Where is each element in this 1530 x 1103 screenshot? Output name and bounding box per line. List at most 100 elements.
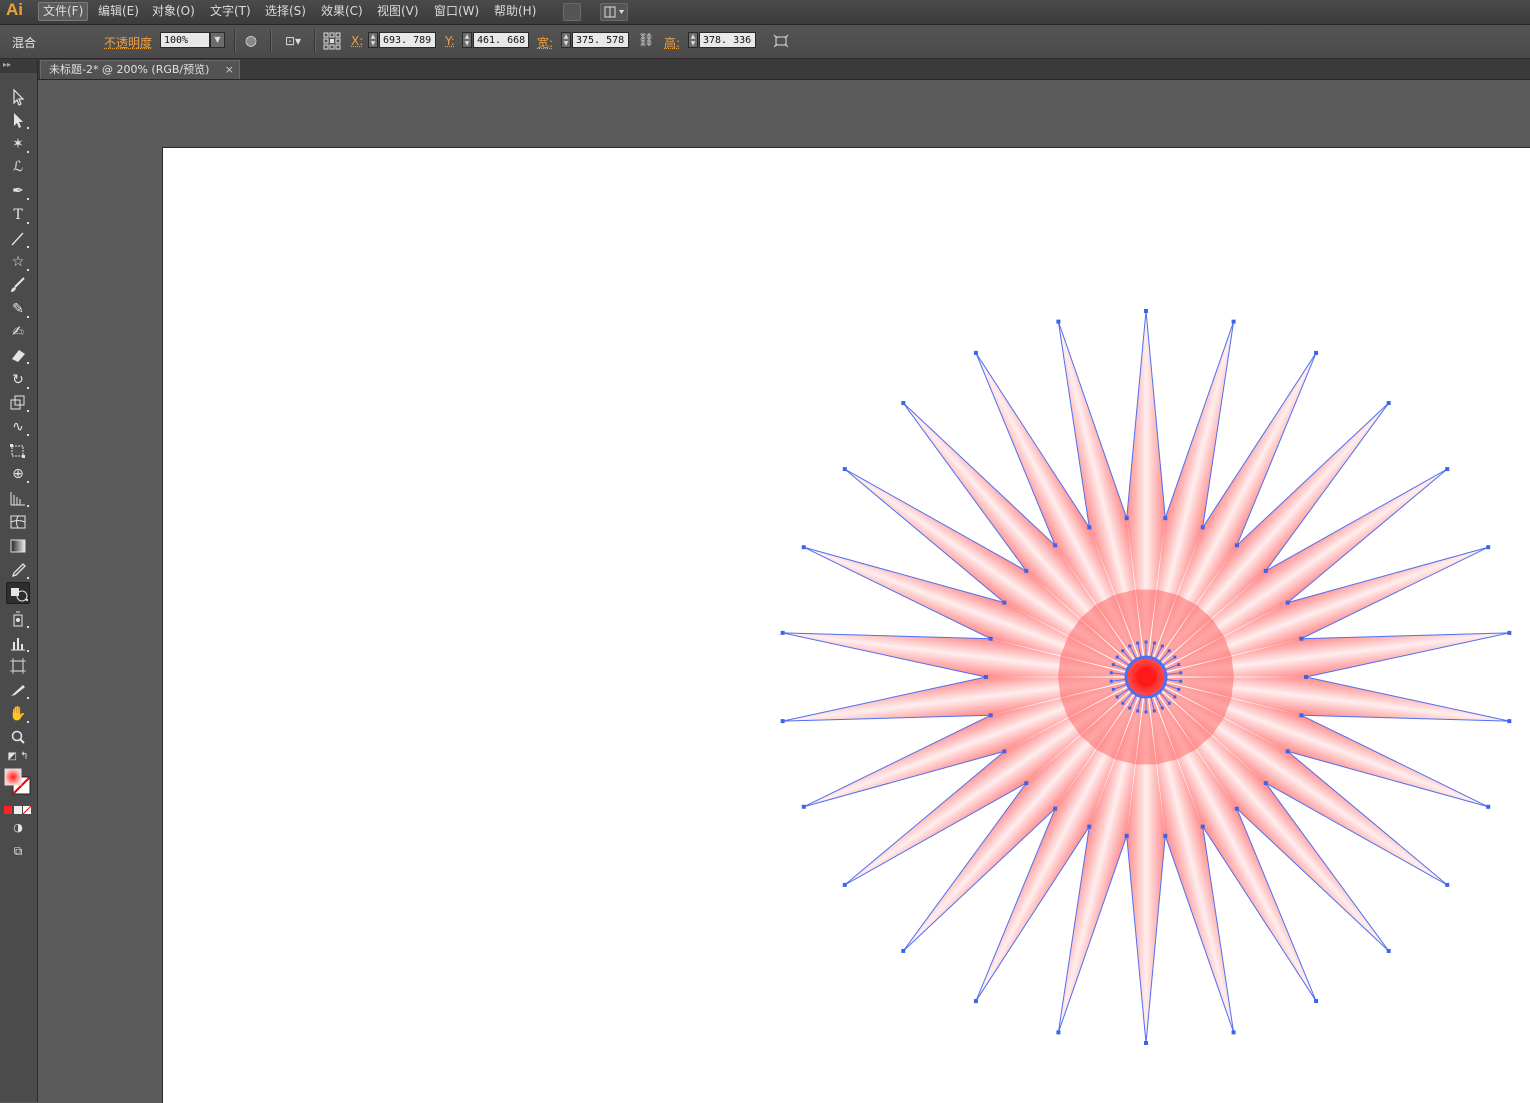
color-mode-buttons[interactable]: [4, 804, 32, 815]
inner-anchor-point[interactable]: [1160, 706, 1164, 710]
document-tab[interactable]: 未标题-2* @ 200% (RGB/预览) ×: [40, 60, 240, 79]
inner-anchor-point[interactable]: [1121, 649, 1125, 653]
artboard-tool-icon[interactable]: [6, 655, 30, 677]
anchor-point[interactable]: [842, 467, 847, 472]
menu-edit[interactable]: 编辑(E): [94, 3, 143, 20]
menu-view[interactable]: 视图(V): [373, 3, 423, 20]
inner-anchor-point[interactable]: [1177, 687, 1181, 691]
anchor-point[interactable]: [1002, 749, 1007, 754]
anchor-point[interactable]: [1056, 319, 1061, 324]
anchor-point[interactable]: [1285, 600, 1290, 605]
anchor-point[interactable]: [1507, 719, 1512, 724]
anchor-point[interactable]: [780, 630, 785, 635]
anchor-point[interactable]: [1445, 467, 1450, 472]
anchor-point[interactable]: [1299, 713, 1304, 718]
eraser-tool-icon[interactable]: [6, 344, 30, 366]
menu-object[interactable]: 对象(O): [148, 3, 199, 20]
inner-anchor-point[interactable]: [1167, 649, 1171, 653]
anchor-point[interactable]: [1024, 568, 1029, 573]
zoom-tool-icon[interactable]: [6, 726, 30, 748]
mesh-tool-icon[interactable]: [6, 511, 30, 533]
shape-builder-tool-icon[interactable]: ⊕: [6, 463, 30, 485]
anchor-point[interactable]: [1163, 833, 1168, 838]
anchor-point[interactable]: [1144, 309, 1148, 313]
magic-wand-tool-icon[interactable]: ✶: [6, 133, 30, 155]
align-options-icon[interactable]: ⊡▾: [279, 31, 307, 51]
inner-anchor-point[interactable]: [1144, 710, 1148, 714]
anchor-point[interactable]: [1163, 516, 1168, 521]
symbol-sprayer-tool-icon[interactable]: [6, 608, 30, 630]
fill-stroke-swatches[interactable]: [4, 768, 34, 798]
anchor-point[interactable]: [1445, 882, 1450, 887]
anchor-point[interactable]: [1053, 806, 1058, 811]
perspective-grid-tool-icon[interactable]: [6, 487, 30, 509]
opacity-label[interactable]: 不透明度: [104, 34, 152, 51]
warp-tool-icon[interactable]: ∿: [6, 416, 30, 438]
inner-anchor-point[interactable]: [1136, 709, 1140, 713]
recolor-icon[interactable]: ◍: [241, 31, 261, 51]
blended-star-artwork[interactable]: [163, 148, 1530, 1103]
transform-icon[interactable]: [771, 31, 791, 51]
anchor-point[interactable]: [901, 948, 906, 953]
inner-anchor-point[interactable]: [1111, 687, 1115, 691]
inner-anchor-point[interactable]: [1160, 644, 1164, 648]
anchor-point[interactable]: [801, 804, 806, 809]
rotate-tool-icon[interactable]: ↻: [6, 369, 30, 391]
anchor-point[interactable]: [988, 713, 993, 718]
anchor-point[interactable]: [1386, 948, 1391, 953]
screen-mode-icon[interactable]: ⧉: [6, 840, 30, 862]
anchor-point[interactable]: [1087, 525, 1092, 530]
bridge-icon[interactable]: [563, 3, 581, 21]
anchor-point[interactable]: [1144, 1041, 1148, 1045]
anchor-point[interactable]: [1304, 675, 1308, 679]
anchor-point[interactable]: [1056, 1030, 1061, 1035]
gradient-tool-icon[interactable]: [6, 535, 30, 557]
inner-anchor-point[interactable]: [1109, 671, 1113, 675]
inner-anchor-point[interactable]: [1173, 655, 1177, 659]
anchor-point[interactable]: [801, 545, 806, 550]
anchor-point[interactable]: [1314, 350, 1319, 355]
slice-tool-icon[interactable]: [6, 679, 30, 701]
anchor-point[interactable]: [1200, 525, 1205, 530]
anchor-point[interactable]: [1231, 1030, 1236, 1035]
anchor-point[interactable]: [901, 401, 906, 406]
inner-anchor-point[interactable]: [1173, 695, 1177, 699]
artboard[interactable]: [162, 147, 1530, 1103]
constrain-proportions-icon[interactable]: ⛓: [636, 31, 656, 51]
inner-anchor-point[interactable]: [1179, 671, 1183, 675]
height-stepper[interactable]: ▲ ▼: [688, 32, 698, 48]
inner-anchor-point[interactable]: [1128, 644, 1132, 648]
anchor-point[interactable]: [1200, 824, 1205, 829]
menu-type[interactable]: 文字(T): [206, 3, 255, 20]
column-graph-tool-icon[interactable]: [6, 632, 30, 654]
inner-anchor-point[interactable]: [1144, 640, 1148, 644]
anchor-point[interactable]: [1124, 516, 1129, 521]
anchor-point[interactable]: [1486, 545, 1491, 550]
width-field[interactable]: 375. 578: [572, 32, 629, 48]
star-tool-icon[interactable]: ☆: [6, 251, 30, 273]
inner-anchor-point[interactable]: [1136, 641, 1140, 645]
pencil-tool-icon[interactable]: ✎: [6, 298, 30, 320]
anchor-point[interactable]: [1314, 999, 1319, 1004]
paintbrush-tool-icon[interactable]: [6, 274, 30, 296]
direct-selection-tool-icon[interactable]: [6, 109, 30, 131]
anchor-point[interactable]: [1124, 833, 1129, 838]
anchor-point[interactable]: [1507, 630, 1512, 635]
menu-window[interactable]: 窗口(W): [430, 3, 483, 20]
inner-anchor-point[interactable]: [1177, 663, 1181, 667]
hand-tool-icon[interactable]: ✋: [6, 703, 30, 725]
default-colors-swap-icon[interactable]: ◩ ↰: [6, 749, 30, 765]
drawing-mode-icon[interactable]: ◑: [6, 817, 30, 839]
reference-point-icon[interactable]: [322, 31, 342, 51]
selection-tool-icon[interactable]: [6, 86, 30, 108]
scale-tool-icon[interactable]: [6, 392, 30, 414]
anchor-point[interactable]: [984, 675, 988, 679]
pen-tool-icon[interactable]: ✒: [6, 180, 30, 202]
anchor-point[interactable]: [842, 882, 847, 887]
anchor-point[interactable]: [780, 719, 785, 724]
menu-help[interactable]: 帮助(H): [490, 3, 540, 20]
toolbox-grip-icon[interactable]: ▸▸: [0, 59, 37, 73]
close-tab-icon[interactable]: ×: [225, 61, 234, 79]
opacity-dropdown-icon[interactable]: ▼: [210, 32, 225, 48]
anchor-point[interactable]: [1002, 600, 1007, 605]
